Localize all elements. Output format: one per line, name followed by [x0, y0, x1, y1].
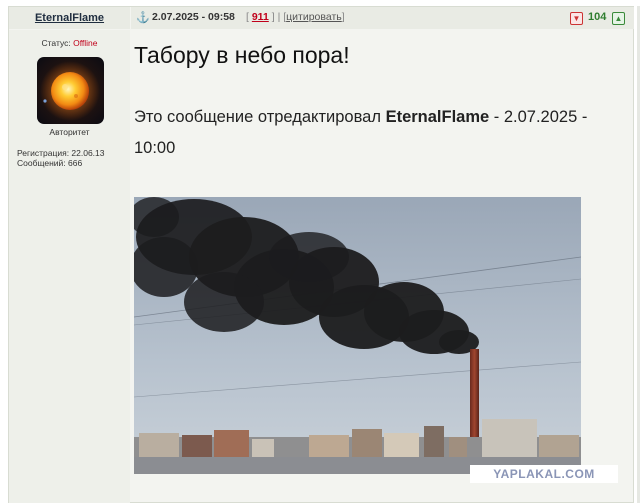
post-rating: 104	[588, 11, 607, 23]
watermark: YAPLAKAL.COM	[470, 465, 618, 483]
sun-avatar-image	[37, 57, 104, 124]
bracket-close-2: ]	[341, 11, 345, 23]
tools-separator: |	[277, 11, 281, 23]
user-stats: Регистрация: 22.06.13 Сообщений: 666	[17, 148, 105, 168]
post-photo[interactable]	[134, 197, 581, 474]
status-label: Статус:	[41, 38, 74, 48]
post-title: Табору в небо пора!	[134, 42, 350, 68]
user-status: Статус: Offline	[9, 38, 130, 48]
thumbs-up-icon[interactable]: ▲	[612, 12, 625, 25]
bracket-open: [	[246, 11, 249, 23]
bracket-close: ]	[271, 11, 275, 23]
thumbs-down-icon[interactable]: ▼	[570, 12, 583, 25]
user-rank: Авторитет	[49, 127, 90, 137]
post-date: 2.07.2025 - 09:58	[152, 11, 235, 23]
status-value: Offline	[73, 38, 98, 48]
registration-date: Регистрация: 22.06.13	[17, 148, 105, 158]
reply-count-link[interactable]: 911	[252, 11, 269, 23]
post-tools: [ 911 ] | [цитировать]	[246, 11, 345, 23]
avatar[interactable]	[37, 57, 104, 124]
quote-link[interactable]: цитировать	[286, 11, 342, 23]
anchor-icon[interactable]: ⚓	[136, 11, 150, 24]
username-link[interactable]: EternalFlame	[9, 7, 130, 29]
edit-prefix: Это сообщение отредактировал	[134, 108, 386, 126]
edit-note: Это сообщение отредактировал EternalFlam…	[134, 102, 614, 164]
message-count: Сообщений: 666	[17, 158, 83, 168]
edit-author: EternalFlame	[385, 108, 490, 126]
